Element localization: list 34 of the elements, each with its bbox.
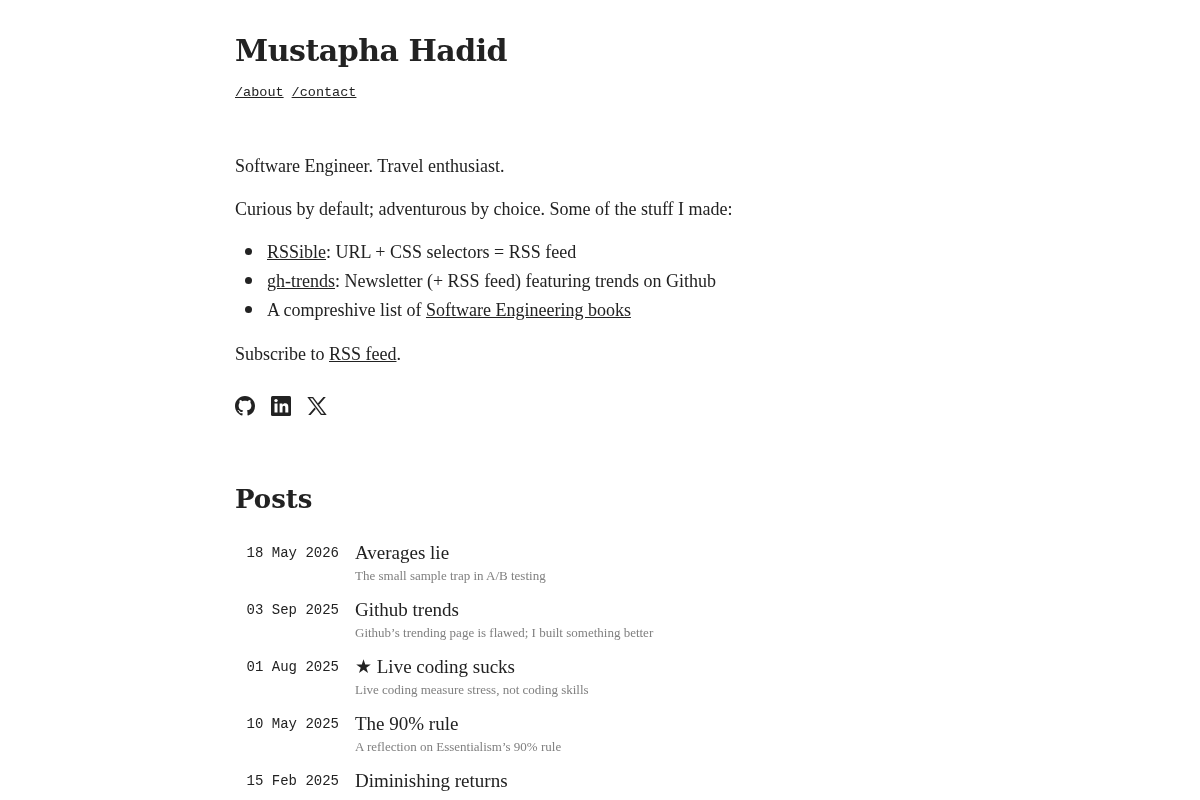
nav-link[interactable]: /contact: [291, 83, 357, 103]
post-title-link[interactable]: Averages lie: [355, 540, 450, 566]
github-icon[interactable]: [235, 396, 255, 416]
post-date: 18 May 2026: [246, 544, 339, 563]
post-summary: The small sample trap in A/B testing: [355, 567, 546, 585]
post-summary: A reflection on Essentialism’s 90% rule: [355, 738, 562, 756]
post-title-link[interactable]: The 90% rule: [355, 711, 459, 737]
section-heading: Posts: [235, 483, 313, 516]
project-description: RSSible: URL + CSS selectors = RSS feed: [267, 240, 577, 264]
post-title-link[interactable]: Github trends: [355, 597, 459, 623]
post-date: 03 Sep 2025: [246, 601, 339, 620]
project-link[interactable]: Software Engineering books: [426, 299, 631, 320]
project-link[interactable]: RSSible: [267, 241, 327, 262]
post-summary: Live coding measure stress, not coding skills: [355, 681, 589, 699]
project-link[interactable]: gh-trends: [267, 270, 335, 291]
rss-feed-link[interactable]: RSS feed: [329, 344, 397, 364]
x-logo-icon[interactable]: [307, 397, 327, 415]
subscribe-text: Subscribe to RSS feed.: [235, 343, 401, 366]
intro-text: Software Engineer. Travel enthusiast.: [235, 155, 505, 178]
bullet-icon: [245, 277, 252, 284]
linkedin-icon[interactable]: [271, 396, 291, 416]
post-title-link[interactable]: ★ Live coding sucks: [355, 654, 515, 680]
post-summary: Github’s trending page is flawed; I built something better: [355, 624, 654, 642]
post-date: 10 May 2025: [246, 715, 339, 734]
post-title-link[interactable]: Diminishing returns: [355, 768, 508, 794]
intro-text: Curious by default; adventurous by choice. Some of the stuff I made:: [235, 198, 733, 221]
project-description: A compreshive list of Software Engineering books: [267, 298, 631, 322]
project-description: gh-trends: Newsletter (+ RSS feed) featuring trends on Github: [267, 269, 717, 293]
post-date: 01 Aug 2025: [246, 658, 339, 677]
nav-link[interactable]: /about: [235, 83, 284, 103]
post-date: 15 Feb 2025: [246, 772, 339, 791]
bullet-icon: [245, 248, 252, 255]
site-title: Mustapha Hadid: [235, 32, 507, 70]
bullet-icon: [245, 306, 252, 313]
